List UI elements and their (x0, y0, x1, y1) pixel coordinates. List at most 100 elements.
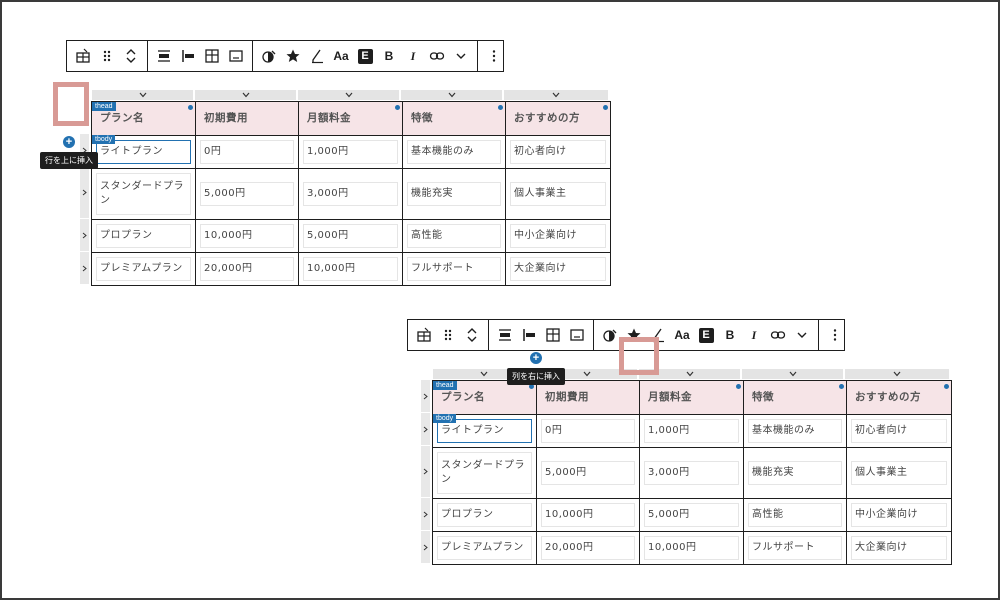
align-left-icon[interactable] (517, 320, 541, 350)
table-cell[interactable]: スタンダードプラン (91, 167, 196, 220)
insert-row-plus-button[interactable]: + (63, 136, 75, 148)
cell-text[interactable]: 1,000円 (644, 418, 739, 443)
column-insert-dot[interactable] (395, 105, 400, 110)
column-insert-dot[interactable] (188, 105, 193, 110)
cell-text[interactable]: スタンダードプラン (96, 172, 191, 215)
cell-text[interactable]: 中小企業向け (510, 223, 606, 248)
table-cell[interactable]: 個人事業主 (846, 446, 952, 499)
table-cell[interactable]: 個人事業主 (505, 167, 611, 220)
table-cell[interactable]: 1,000円 (298, 134, 403, 169)
caption-icon[interactable] (565, 320, 589, 350)
row-handle[interactable] (421, 498, 430, 530)
editor-badge-button[interactable]: E (353, 41, 377, 71)
table-cell[interactable]: 高性能 (402, 218, 506, 253)
table-cell[interactable]: 10,000円 (639, 530, 744, 565)
cell-text[interactable]: 0円 (200, 139, 294, 164)
cell-text[interactable]: 初心者向け (851, 418, 947, 443)
table-edit-icon[interactable] (200, 41, 224, 71)
table-cell[interactable]: プレミアムプラン (432, 530, 537, 565)
table-cell[interactable]: 機能充実 (743, 446, 847, 499)
column-insert-dot[interactable] (736, 384, 741, 389)
cell-text[interactable]: 大企業向け (510, 256, 606, 281)
cell-text[interactable]: 20,000円 (541, 535, 635, 560)
cell-text[interactable]: プロプラン (437, 502, 532, 527)
insert-column-plus-button[interactable]: + (530, 352, 542, 364)
cell-text[interactable]: 10,000円 (200, 223, 294, 248)
column-insert-dot[interactable] (944, 384, 949, 389)
table-cell[interactable]: 5,000円 (639, 497, 744, 532)
column-handle[interactable] (742, 369, 845, 379)
cell-text[interactable]: 10,000円 (303, 256, 398, 281)
cell-text[interactable]: 機能充実 (748, 460, 842, 485)
table-cell[interactable]: 10,000円 (195, 218, 299, 253)
table-cell[interactable]: 3,000円 (298, 167, 403, 220)
text-format-button[interactable]: Aa (329, 41, 353, 71)
header-cell[interactable]: 初期費用 (536, 380, 640, 415)
column-handle[interactable] (504, 90, 608, 100)
italic-button[interactable]: I (742, 320, 766, 350)
more-vertical-icon[interactable] (482, 41, 506, 71)
table-cell[interactable]: 20,000円 (195, 251, 299, 286)
star-icon[interactable] (281, 41, 305, 71)
header-cell[interactable]: 特徴 (402, 101, 506, 136)
header-cell[interactable]: 初期費用 (195, 101, 299, 136)
table-cell[interactable]: 20,000円 (536, 530, 640, 565)
cell-text[interactable]: プロプラン (96, 223, 191, 248)
row-handle[interactable] (80, 167, 89, 218)
text-format-button[interactable]: Aa (670, 320, 694, 350)
table-cell[interactable]: 1,000円 (639, 413, 744, 448)
table-cell[interactable]: 0円 (536, 413, 640, 448)
row-handle[interactable] (421, 531, 430, 563)
align-center-icon[interactable] (152, 41, 176, 71)
column-handle[interactable] (401, 90, 504, 100)
table-cell[interactable]: 大企業向け (846, 530, 952, 565)
table-cell[interactable]: 3,000円 (639, 446, 744, 499)
cell-text[interactable]: 1,000円 (303, 139, 398, 164)
table-cell[interactable]: 大企業向け (505, 251, 611, 286)
table-cell[interactable]: フルサポート (402, 251, 506, 286)
cell-text[interactable]: プレミアムプラン (96, 256, 191, 281)
table-icon[interactable] (412, 320, 436, 350)
italic-button[interactable]: I (401, 41, 425, 71)
column-insert-dot[interactable] (498, 105, 503, 110)
column-handle[interactable] (195, 90, 298, 100)
align-center-icon[interactable] (493, 320, 517, 350)
table-cell[interactable]: 中小企業向け (846, 497, 952, 532)
drop-icon[interactable] (257, 41, 281, 71)
cell-text[interactable]: 中小企業向け (851, 502, 947, 527)
header-cell[interactable]: 月額料金 (298, 101, 403, 136)
row-handle[interactable] (421, 446, 430, 497)
table-cell[interactable]: 中小企業向け (505, 218, 611, 253)
align-left-icon[interactable] (176, 41, 200, 71)
table-cell[interactable]: 機能充実 (402, 167, 506, 220)
cell-text[interactable]: 3,000円 (644, 460, 739, 485)
drag-handle-icon[interactable] (436, 320, 460, 350)
table-cell[interactable]: 基本機能のみ (402, 134, 506, 169)
cell-text[interactable]: フルサポート (407, 256, 501, 281)
row-handle[interactable] (421, 413, 430, 445)
cell-text[interactable]: 個人事業主 (851, 460, 947, 485)
column-insert-dot[interactable] (603, 105, 608, 110)
pen-icon[interactable] (305, 41, 329, 71)
cell-text[interactable]: 基本機能のみ (407, 139, 501, 164)
caption-icon[interactable] (224, 41, 248, 71)
table-cell[interactable]: プレミアムプラン (91, 251, 196, 286)
column-insert-dot[interactable] (839, 384, 844, 389)
table-cell[interactable]: 初心者向け (505, 134, 611, 169)
cell-text[interactable]: 高性能 (407, 223, 501, 248)
table-cell[interactable]: 基本機能のみ (743, 413, 847, 448)
cell-text[interactable]: 5,000円 (541, 460, 635, 485)
link-icon[interactable] (425, 41, 449, 71)
row-handle[interactable] (80, 219, 89, 251)
cell-text[interactable]: 高性能 (748, 502, 842, 527)
table-cell[interactable]: 0円 (195, 134, 299, 169)
column-handle[interactable] (92, 90, 195, 100)
cell-text[interactable]: 個人事業主 (510, 181, 606, 206)
cell-text[interactable]: 機能充実 (407, 181, 501, 206)
header-cell[interactable]: おすすめの方 (846, 380, 952, 415)
table-cell[interactable]: 10,000円 (536, 497, 640, 532)
table-cell[interactable]: 5,000円 (195, 167, 299, 220)
header-cell[interactable]: おすすめの方 (505, 101, 611, 136)
header-cell[interactable]: 特徴 (743, 380, 847, 415)
cell-text[interactable]: 5,000円 (303, 223, 398, 248)
